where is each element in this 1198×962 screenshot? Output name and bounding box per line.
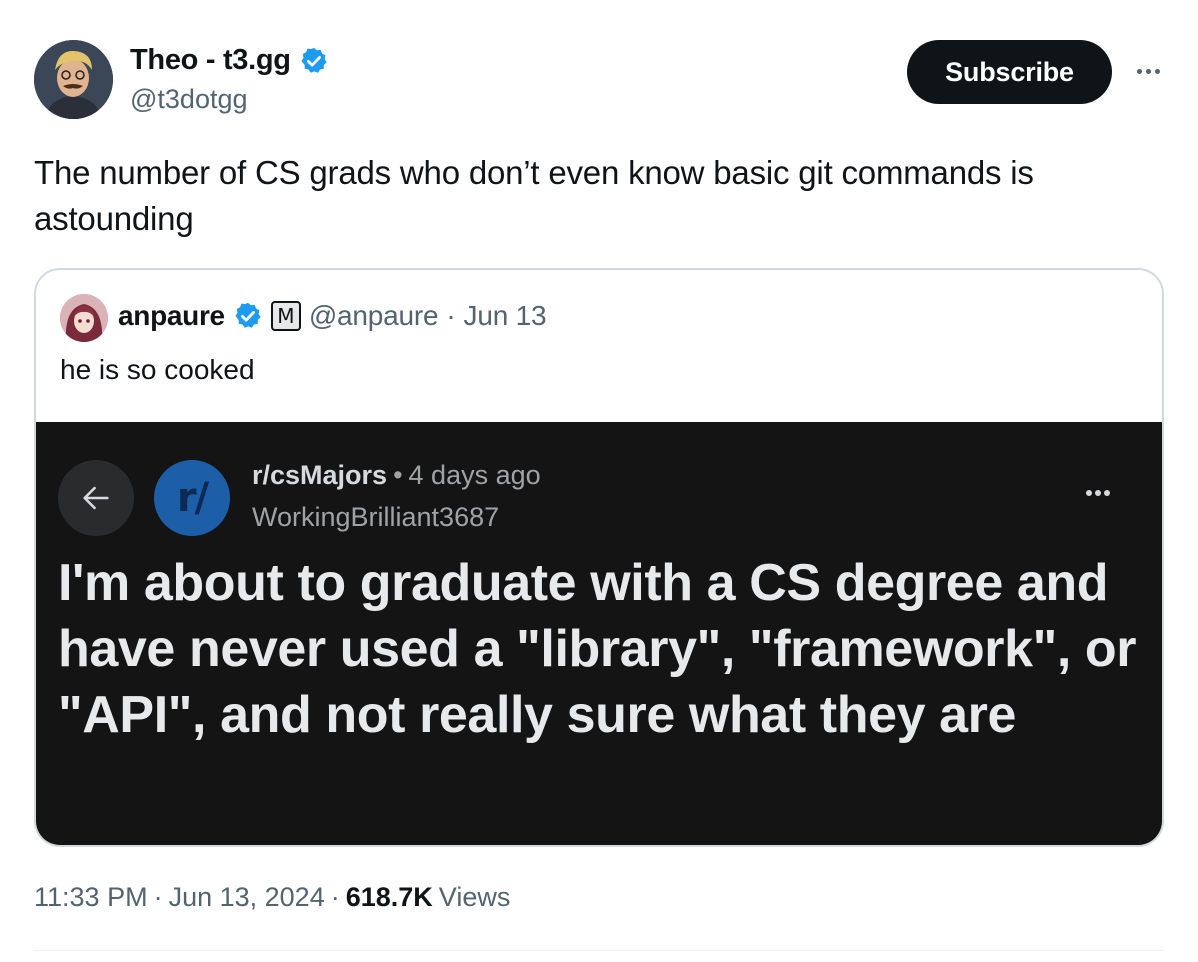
quote-author-avatar[interactable] (60, 294, 108, 342)
post-title: I'm about to graduate with a CS degree a… (58, 554, 1137, 744)
quote-date[interactable]: Jun 13 (464, 300, 547, 332)
meta-separator: · (330, 882, 340, 912)
subscribe-button[interactable]: Subscribe (907, 40, 1112, 104)
quote-author-handle[interactable]: @anpaure (309, 300, 439, 332)
tweet-time[interactable]: 11:33 PM (34, 882, 148, 913)
subreddit-icon-text: r/ (176, 475, 209, 521)
arrow-left-icon (58, 460, 134, 536)
subreddit-icon: r/ (154, 460, 230, 536)
post-username: WorkingBrilliant3687 (252, 502, 500, 532)
quote-separator: · (446, 300, 456, 331)
author-name-row[interactable]: Theo - t3.gg (130, 44, 329, 77)
tweet-text: The number of CS grads who don’t even kn… (34, 154, 1034, 237)
meta-separator: · (153, 882, 163, 912)
post-more-icon (1086, 490, 1110, 496)
author-handle[interactable]: @t3dotgg (130, 84, 248, 115)
affiliate-badge-icon: M (270, 301, 301, 331)
author-avatar[interactable] (34, 40, 113, 119)
views-label: Views (438, 882, 511, 912)
tweet-date[interactable]: Jun 13, 2024 (169, 882, 325, 913)
quote-verified-badge-icon (233, 301, 263, 331)
quote-header: anpaure M @anpaure · Jun 13 (118, 300, 547, 332)
quote-text: he is so cooked (60, 354, 255, 385)
subreddit-name: r/csMajors (252, 460, 388, 490)
divider (34, 950, 1164, 951)
author-name[interactable]: Theo - t3.gg (130, 44, 291, 77)
post-time: 4 days ago (408, 460, 541, 490)
subreddit-line: r/csMajors • 4 days ago (252, 460, 541, 491)
verified-badge-icon (299, 46, 329, 76)
tweet-meta: 11:33 PM · Jun 13, 2024 · 618.7K Views (34, 882, 510, 913)
quote-media-image[interactable]: r/ r/csMajors • 4 days ago WorkingBrilli… (36, 422, 1162, 845)
more-options-icon[interactable] (1128, 56, 1168, 86)
quote-author-name[interactable]: anpaure (118, 300, 225, 332)
views-count: 618.7K (345, 882, 433, 912)
subreddit-dot: • (393, 460, 403, 490)
quoted-tweet[interactable]: anpaure M @anpaure · Jun 13 he is so coo… (34, 268, 1164, 847)
